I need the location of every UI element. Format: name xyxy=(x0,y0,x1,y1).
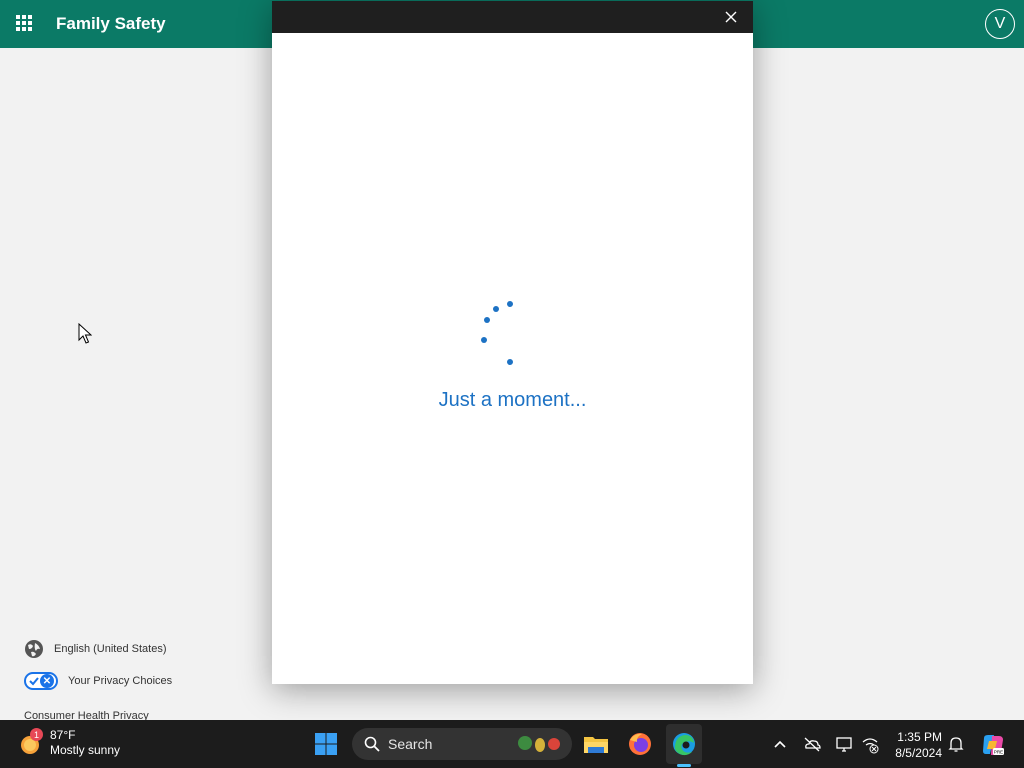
privacy-choices-link[interactable]: ✕ Your Privacy Choices xyxy=(24,672,172,690)
taskbar-search-box[interactable]: Search xyxy=(352,728,572,760)
search-label: Search xyxy=(388,736,433,752)
clock-date: 8/5/2024 xyxy=(895,746,942,760)
weather-temperature: 87°F xyxy=(50,728,76,742)
system-clock[interactable]: 1:35 PM 8/5/2024 xyxy=(888,729,942,761)
weather-alert-badge: 1 xyxy=(30,728,43,741)
weather-widget[interactable]: 1 87°F Mostly sunny xyxy=(18,728,120,758)
app-title: Family Safety xyxy=(56,14,166,33)
app-launcher-icon[interactable] xyxy=(16,15,32,31)
edge-running-indicator xyxy=(677,764,691,767)
weather-description: Mostly sunny xyxy=(50,743,121,757)
privacy-label: Your Privacy Choices xyxy=(68,675,173,687)
clock-time: 1:35 PM xyxy=(897,730,942,744)
sign-in-dialog: Just a moment... xyxy=(272,1,753,684)
copilot-icon[interactable]: PRE xyxy=(980,732,1006,758)
language-label: English (United States) xyxy=(54,643,167,655)
display-icon[interactable] xyxy=(834,734,854,754)
close-icon[interactable] xyxy=(723,9,739,25)
globe-icon xyxy=(25,640,43,658)
edge-browser-icon[interactable] xyxy=(670,730,698,758)
search-highlight-icon xyxy=(518,736,560,752)
mouse-cursor-icon xyxy=(78,323,92,344)
chevron-up-icon[interactable] xyxy=(770,734,790,754)
privacy-toggle-icon: ✕ xyxy=(24,672,58,690)
notification-bell-icon[interactable] xyxy=(946,734,966,754)
left-pane: English (United States) ✕ Your Privacy C… xyxy=(0,48,268,720)
account-avatar[interactable]: V xyxy=(985,9,1015,39)
background-area xyxy=(753,48,1024,720)
onedrive-offline-icon[interactable] xyxy=(802,734,822,754)
windows-start-icon[interactable] xyxy=(314,732,338,756)
network-disconnected-icon[interactable] xyxy=(860,734,880,754)
dialog-title-bar xyxy=(272,1,753,33)
loading-spinner-icon xyxy=(481,301,513,365)
file-explorer-icon[interactable] xyxy=(582,730,610,758)
language-selector[interactable]: English (United States) xyxy=(24,639,167,659)
sun-icon: 1 xyxy=(18,728,44,756)
firefox-icon[interactable] xyxy=(626,730,654,758)
loading-message: Just a moment... xyxy=(438,389,587,411)
svg-text:PRE: PRE xyxy=(994,750,1003,755)
taskbar: 1 87°F Mostly sunny Search 1:35 PM 8/5/2… xyxy=(0,720,1024,768)
consumer-health-privacy-link[interactable]: Consumer Health Privacy xyxy=(24,710,149,720)
search-icon xyxy=(364,736,380,752)
